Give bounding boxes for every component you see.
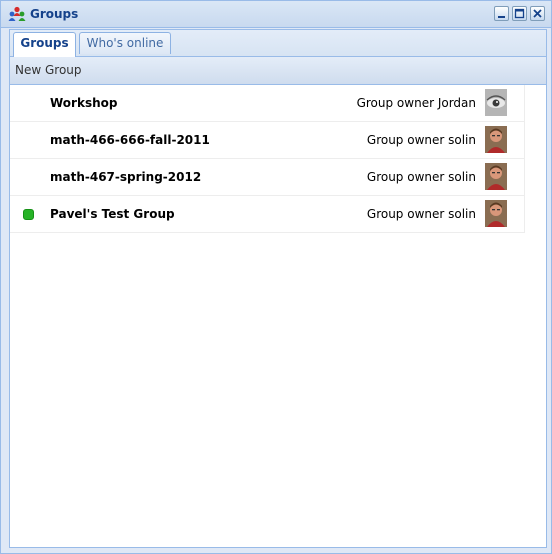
group-name: math-467-spring-2012 — [50, 170, 202, 184]
groups-window: Groups Groups Who's online New Group Wor… — [0, 0, 552, 554]
groups-panel: Groups Who's online New Group Workshop G… — [9, 29, 547, 548]
group-name: Workshop — [50, 96, 118, 110]
new-group-button[interactable]: New Group — [15, 63, 82, 77]
man-avatar — [485, 200, 507, 227]
groups-toolbar: New Group — [10, 57, 546, 85]
man-avatar — [485, 163, 507, 190]
groups-list: Workshop Group owner Jordan math-466-666… — [10, 85, 525, 233]
minimize-button[interactable] — [494, 6, 509, 21]
group-row[interactable]: math-467-spring-2012 Group owner solin — [10, 159, 525, 196]
group-owner: Group owner solin — [366, 133, 476, 147]
group-owner: Group owner solin — [366, 170, 476, 184]
man-avatar — [485, 126, 507, 153]
window-title: Groups — [30, 7, 79, 21]
minimize-icon — [498, 16, 505, 18]
tab-groups[interactable]: Groups — [13, 32, 76, 57]
group-name: Pavel's Test Group — [50, 207, 175, 221]
groups-people-icon — [8, 6, 26, 23]
group-row[interactable]: Workshop Group owner Jordan — [10, 85, 525, 122]
tab-strip: Groups Who's online — [10, 30, 546, 57]
maximize-icon — [514, 8, 525, 19]
group-row[interactable]: math-466-666-fall-2011 Group owner solin — [10, 122, 525, 159]
tab-whos-online[interactable]: Who's online — [79, 32, 171, 54]
group-owner: Group owner solin — [366, 207, 476, 221]
group-owner: Group owner Jordan — [356, 96, 476, 110]
close-button[interactable] — [530, 6, 545, 21]
eye-avatar — [485, 89, 507, 116]
maximize-button[interactable] — [512, 6, 527, 21]
close-icon — [533, 9, 542, 18]
window-titlebar[interactable]: Groups — [1, 1, 551, 28]
group-row[interactable]: Pavel's Test Group Group owner solin — [10, 196, 525, 233]
online-status-icon — [23, 209, 34, 220]
group-name: math-466-666-fall-2011 — [50, 133, 210, 147]
